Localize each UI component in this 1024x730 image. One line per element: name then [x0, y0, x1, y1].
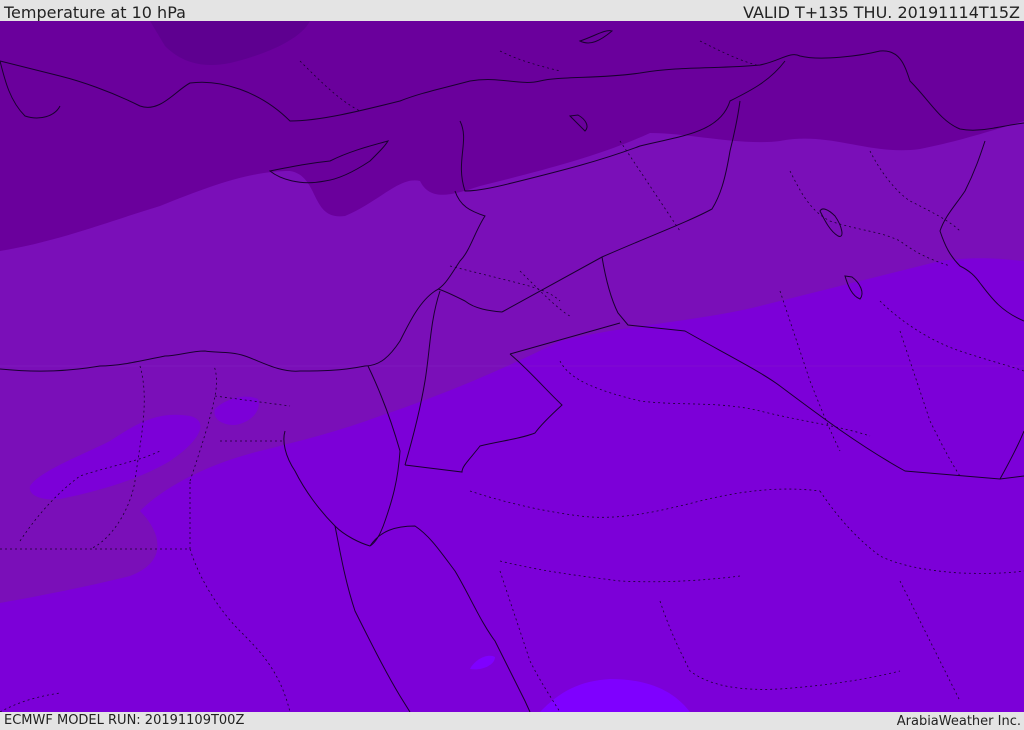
weather-map-app: Temperature at 10 hPa VALID T+135 THU. 2… [0, 0, 1024, 729]
map-canvas [0, 21, 1024, 712]
footer-bar: ECMWF MODEL RUN: 20191109T00Z ArabiaWeat… [0, 712, 1024, 729]
map-title: Temperature at 10 hPa [4, 3, 186, 22]
temperature-map[interactable] [0, 21, 1024, 712]
header-bar: Temperature at 10 hPa VALID T+135 THU. 2… [0, 0, 1024, 22]
valid-time: VALID T+135 THU. 20191114T15Z [743, 3, 1020, 22]
model-run-label: ECMWF MODEL RUN: 20191109T00Z [4, 713, 245, 728]
brand-label: ArabiaWeather Inc. [896, 714, 1021, 729]
